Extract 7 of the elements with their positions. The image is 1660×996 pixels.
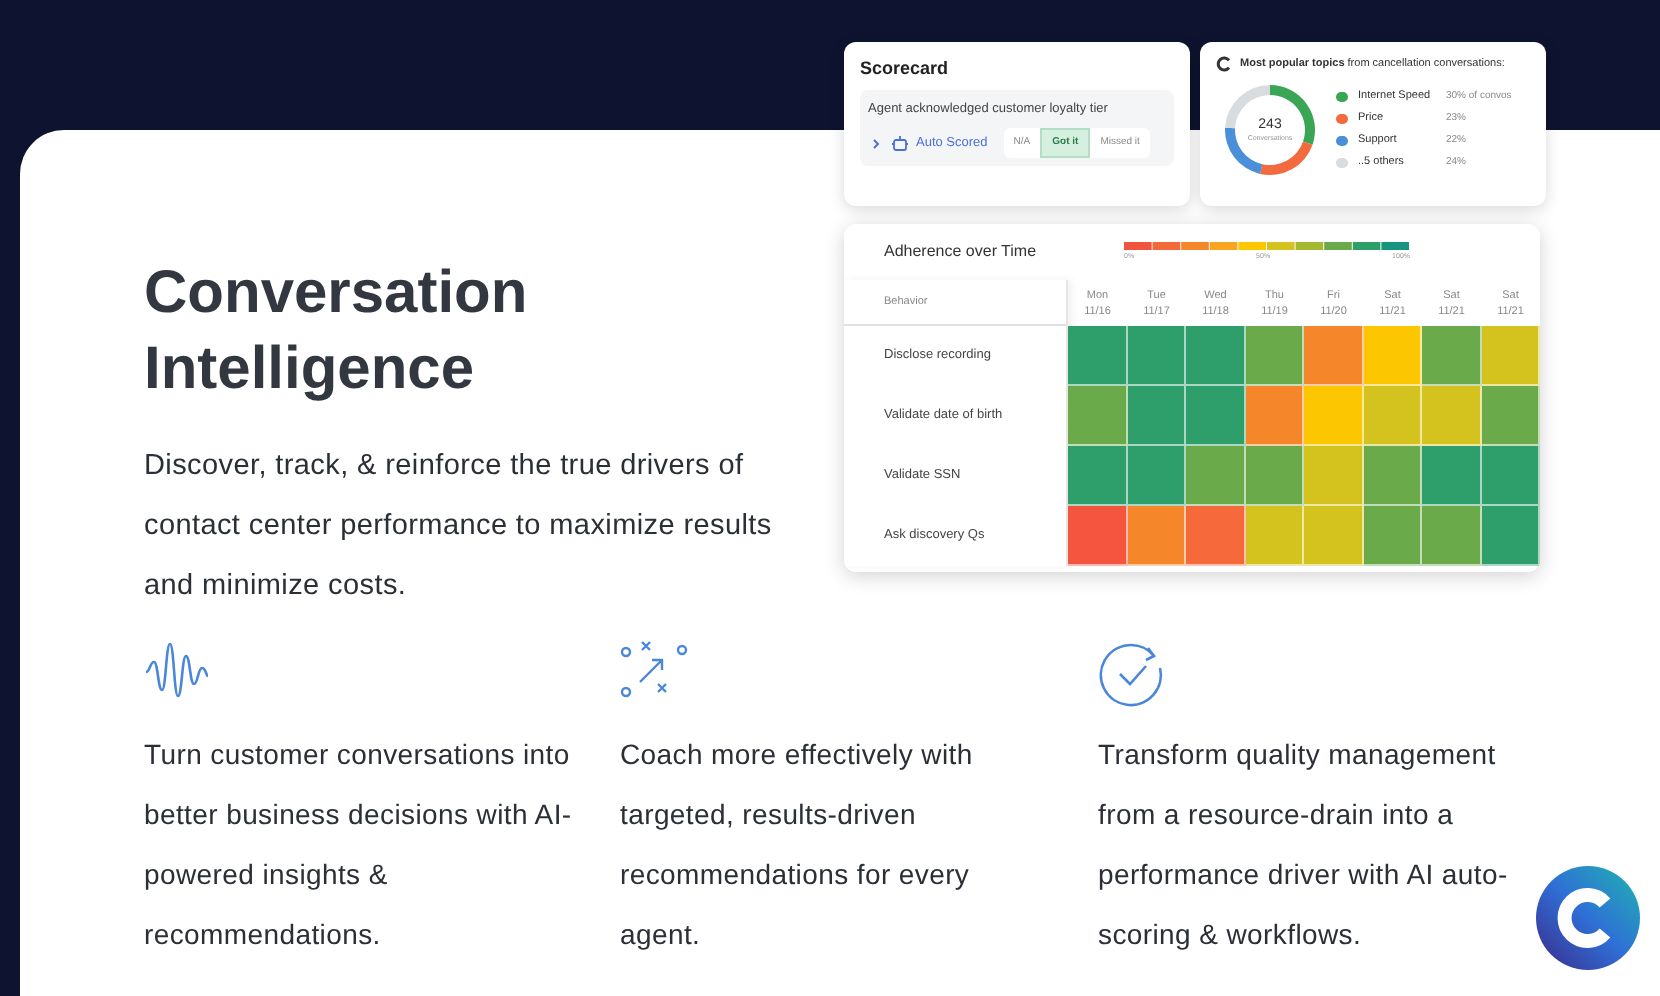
feature-text: Turn customer conversations into better business decisions with AI-powered insights & recommendations. — [144, 736, 574, 954]
card-title: Adherence over Time — [884, 242, 1039, 262]
card-title: Scorecard — [860, 58, 949, 78]
description-paragraph: Discover, track, & reinforce the true drivers of contact center performance to maximize results and minimize costs. — [144, 448, 774, 606]
feature-text: Transform quality management from a resource-drain into a performance driver with AI auto-scoring & workflows. — [1098, 736, 1510, 954]
feature-text: Coach more effectively with targeted, results-driven recommendations for every agent. — [620, 736, 975, 954]
page-heading: Conversation Intelligence — [144, 258, 530, 406]
